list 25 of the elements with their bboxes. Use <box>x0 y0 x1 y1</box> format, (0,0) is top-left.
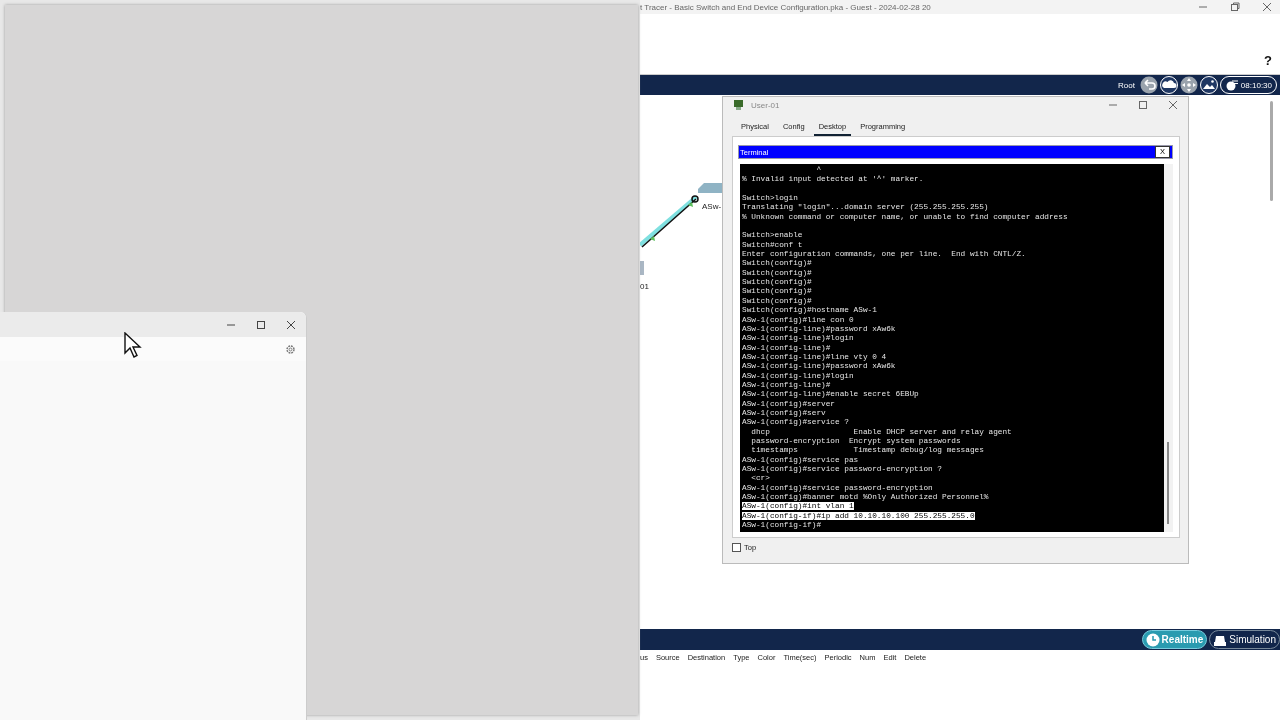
window-title: t Tracer - Basic Switch and End Device Configuration.pka - Guest - 2024-02-28 20 <box>640 2 931 12</box>
back-icon[interactable] <box>1139 76 1158 94</box>
device-label: ASw- <box>702 202 722 211</box>
move-icon[interactable] <box>1179 76 1198 94</box>
restore-icon[interactable] <box>1230 2 1240 12</box>
device-label: 01 <box>640 282 649 291</box>
mode-button[interactable]: Simulation <box>1209 630 1280 649</box>
close-icon[interactable] <box>1168 100 1178 110</box>
terminal-output[interactable] <box>740 164 1164 533</box>
landscape-icon[interactable] <box>1199 76 1218 94</box>
help-button[interactable]: ? <box>1264 53 1272 68</box>
window-title: User-01 <box>751 100 781 110</box>
settings-icon[interactable] <box>285 343 296 355</box>
clock-icon <box>1145 632 1160 647</box>
scrollbar[interactable] <box>1270 101 1273 201</box>
root-label: Root <box>1117 80 1135 90</box>
cloud-icon[interactable] <box>1159 76 1178 94</box>
maximize-icon[interactable] <box>1138 100 1148 110</box>
close-icon[interactable] <box>1262 2 1272 12</box>
maximize-icon[interactable] <box>256 319 266 330</box>
pc-icon <box>733 99 745 111</box>
clock-icon <box>1224 79 1239 91</box>
checkbox[interactable] <box>732 543 741 552</box>
scrollbar-thumb[interactable] <box>1167 442 1169 525</box>
close-icon[interactable] <box>286 319 296 330</box>
